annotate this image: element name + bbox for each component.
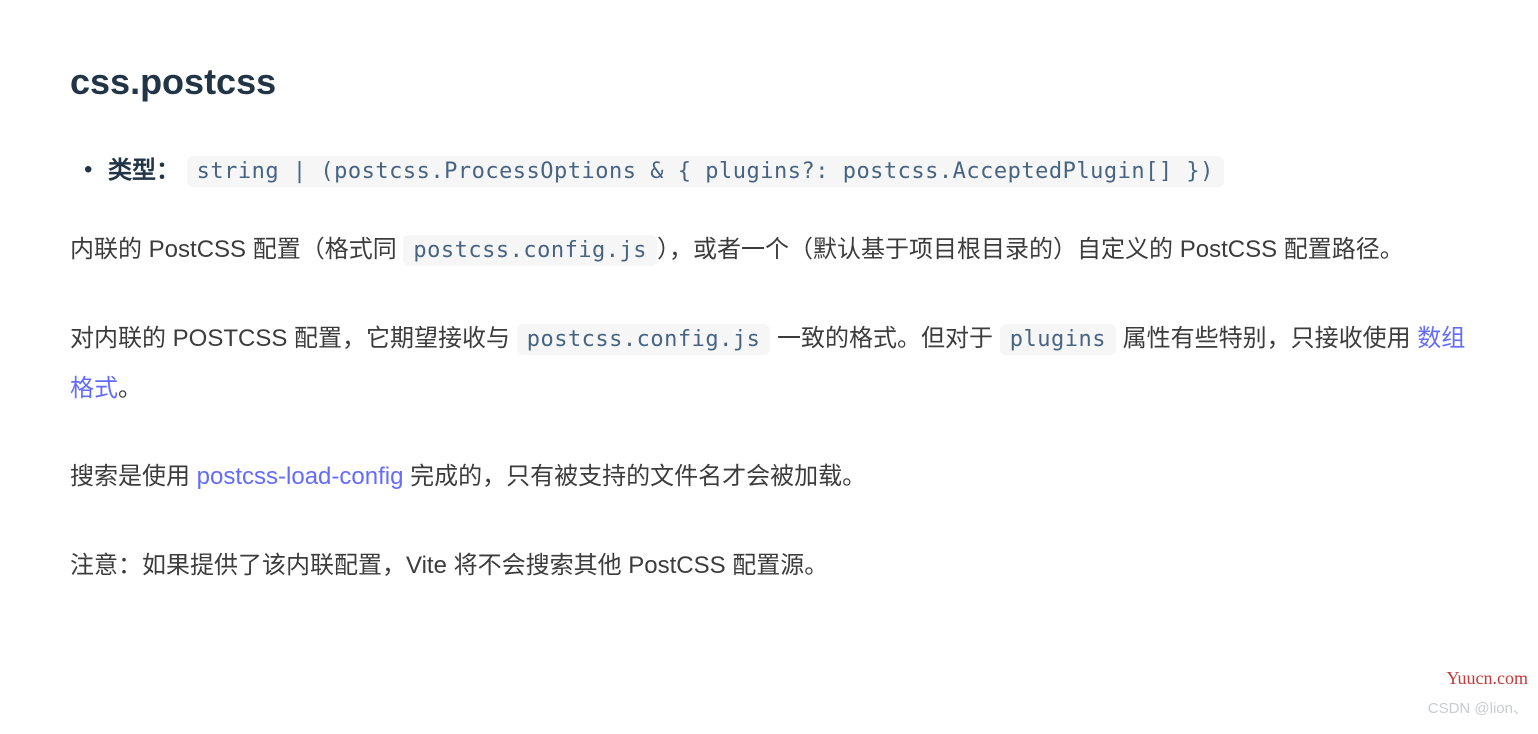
text: ），或者一个（默认基于项目根目录的）自定义的 PostCSS 配置路径。 — [657, 236, 1404, 263]
text: 属性有些特别，只接收使用 — [1116, 325, 1417, 352]
text: 搜索是使用 — [70, 463, 197, 490]
paragraph-4: 注意：如果提供了该内联配置，Vite 将不会搜索其他 PostCSS 配置源。 — [70, 541, 1468, 591]
watermark-csdn: CSDN @lion、 — [1428, 696, 1528, 722]
type-code: string | (postcss.ProcessOptions & { plu… — [187, 156, 1224, 187]
text: 。 — [118, 375, 142, 402]
section-heading: css.postcss — [70, 50, 1468, 113]
watermark-yuucn: Yuucn.com — [1447, 663, 1528, 695]
text: 内联的 PostCSS 配置（格式同 — [70, 236, 403, 263]
text: 对内联的 POSTCSS 配置，它期望接收与 — [70, 325, 517, 352]
paragraph-3: 搜索是使用 postcss-load-config 完成的，只有被支持的文件名才… — [70, 452, 1468, 502]
inline-code: postcss.config.js — [517, 324, 771, 355]
text: 完成的，只有被支持的文件名才会被加载。 — [403, 463, 866, 490]
type-list: 类型： string | (postcss.ProcessOptions & {… — [70, 149, 1468, 195]
text: 一致的格式。但对于 — [770, 325, 999, 352]
type-item: 类型： string | (postcss.ProcessOptions & {… — [108, 149, 1468, 195]
postcss-load-config-link[interactable]: postcss-load-config — [197, 463, 404, 490]
inline-code: plugins — [1000, 324, 1116, 355]
type-label: 类型： — [108, 157, 180, 184]
inline-code: postcss.config.js — [403, 235, 657, 266]
paragraph-2: 对内联的 POSTCSS 配置，它期望接收与 postcss.config.js… — [70, 314, 1468, 415]
paragraph-1: 内联的 PostCSS 配置（格式同 postcss.config.js），或者… — [70, 225, 1468, 275]
